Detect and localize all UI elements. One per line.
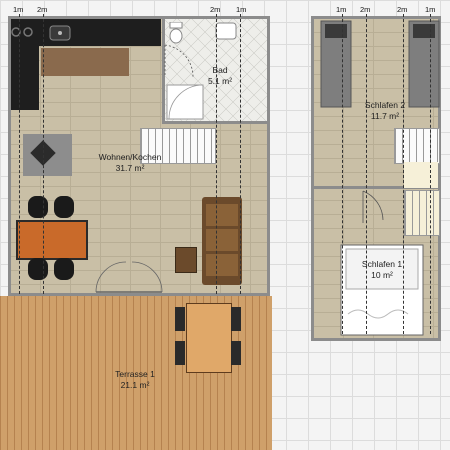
- toilet-icon: [169, 22, 183, 44]
- stair-landing: [404, 162, 438, 188]
- room-label-bedroom1: Schlafen 1 10 m²: [350, 259, 414, 281]
- dimension-label: 1m: [336, 5, 347, 14]
- shower-icon: [166, 84, 204, 120]
- room-area: 5.1 m²: [207, 76, 233, 86]
- dining-chair-icon: [175, 307, 185, 365]
- wall: [311, 338, 441, 341]
- stove-icon: [11, 27, 33, 37]
- sofa-icon: [202, 197, 242, 285]
- patio-door: [95, 261, 163, 293]
- dining-chair-icon: [28, 258, 48, 280]
- room-label-bath: Bad 5.1 m²: [190, 65, 250, 87]
- room-area: 11.7 m²: [370, 111, 400, 121]
- room-area: 10 m²: [371, 270, 393, 280]
- dimension-label: 1m: [13, 5, 24, 14]
- room-area: 21.1 m²: [120, 380, 150, 390]
- dimension-label: 2m: [210, 5, 221, 14]
- dining-chair-icon: [54, 196, 74, 218]
- room-name: Schlafen 2: [364, 100, 406, 110]
- room-label-bedroom2: Schlafen 2 11.7 m²: [350, 100, 420, 122]
- dimension-label: 1m: [425, 5, 436, 14]
- wall: [311, 16, 441, 19]
- dining-chair-icon: [54, 258, 74, 280]
- room-area: 31.7 m²: [115, 163, 145, 173]
- room-name: Bad: [212, 65, 228, 75]
- room-label-living: Wohnen/Kochen 31.7 m²: [80, 152, 180, 174]
- bed-icon: [408, 20, 440, 108]
- terrace-dining-table: [186, 303, 232, 373]
- dining-chair-icon: [231, 307, 241, 365]
- dimension-label: 2m: [360, 5, 371, 14]
- kitchen-counter-wood: [41, 48, 129, 76]
- wall: [311, 16, 314, 341]
- dining-chair-icon: [28, 196, 48, 218]
- side-table: [175, 247, 197, 273]
- dimension-label: 1m: [236, 5, 247, 14]
- staircase: [404, 190, 440, 236]
- bed-icon: [320, 20, 352, 108]
- bed-icon: [340, 244, 424, 336]
- wall: [267, 16, 270, 296]
- dimension-label: 2m: [37, 5, 48, 14]
- room-label-terrace: Terrasse 1 21.1 m²: [100, 369, 170, 391]
- sink-icon: [49, 25, 71, 41]
- room-name: Terrasse 1: [115, 369, 155, 379]
- room-name: Wohnen/Kochen: [98, 152, 162, 162]
- staircase: [394, 128, 440, 164]
- washbasin-icon: [215, 22, 237, 40]
- dining-table: [16, 220, 88, 260]
- dimension-label: 2m: [397, 5, 408, 14]
- room-name: Schlafen 1: [361, 259, 403, 269]
- kitchen-counter: [11, 46, 39, 110]
